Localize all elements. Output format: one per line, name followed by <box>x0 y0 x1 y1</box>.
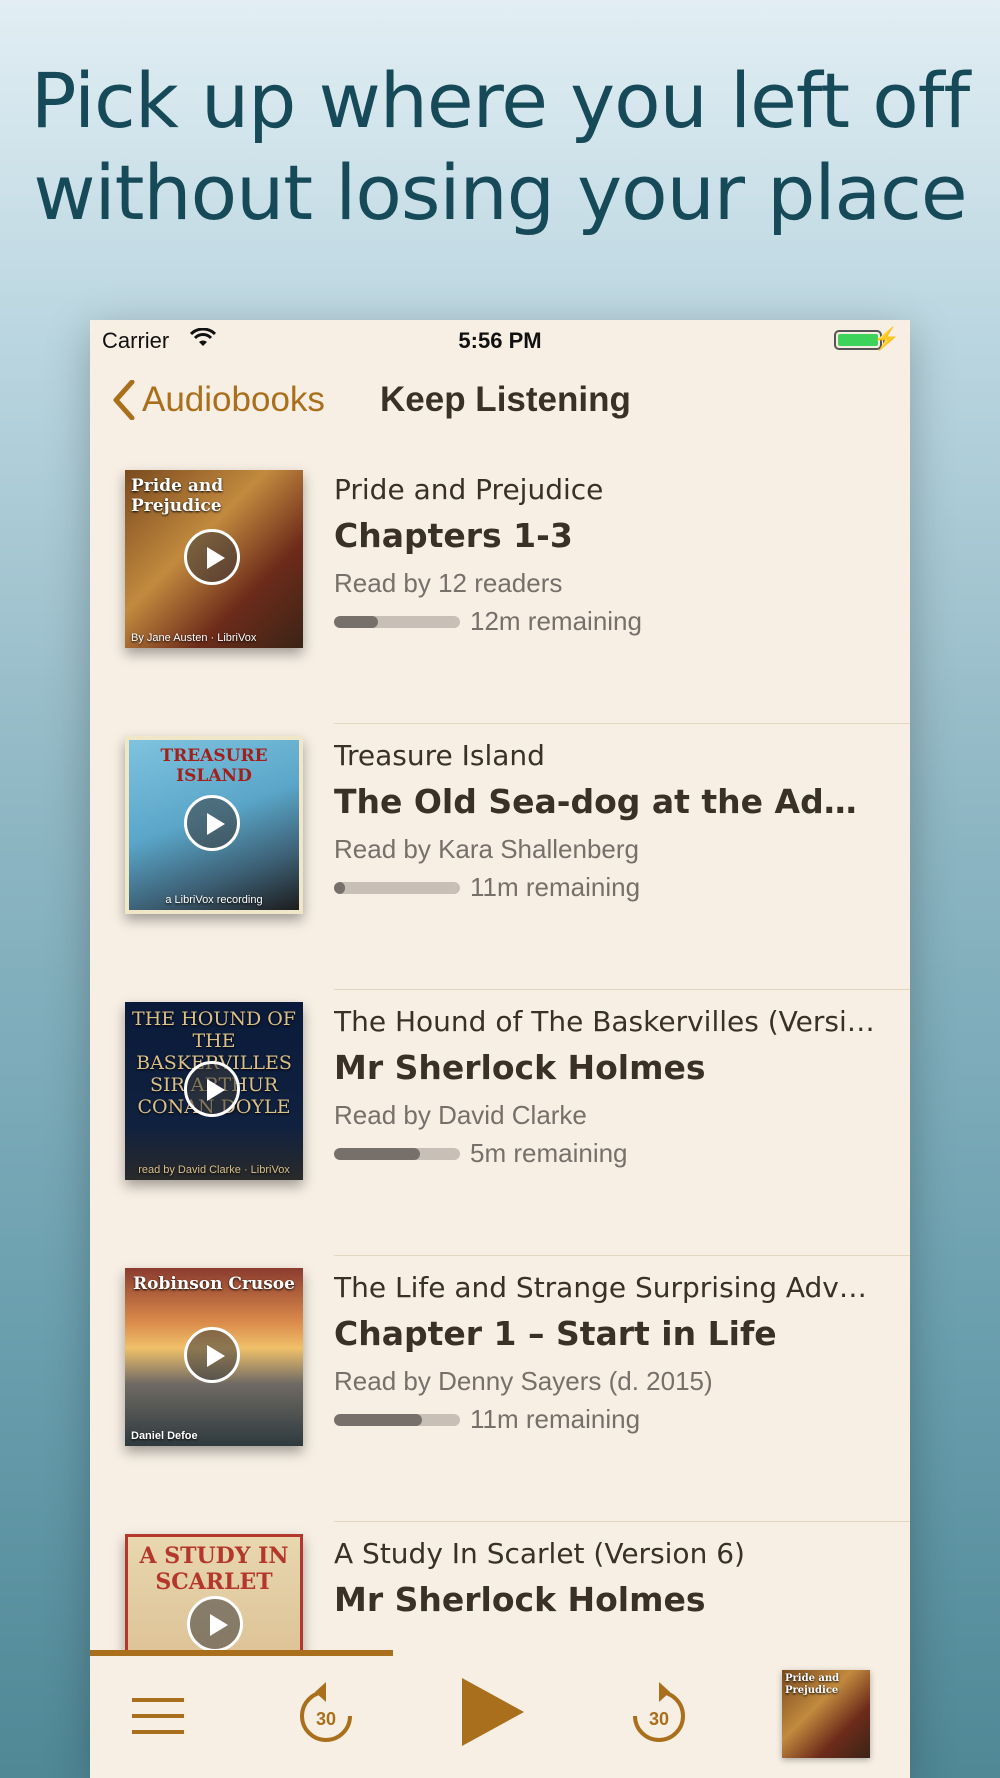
cover-footer: By Jane Austen · LibriVox <box>131 632 257 644</box>
skip-forward-label: 30 <box>649 1709 669 1729</box>
play-icon[interactable] <box>187 1596 243 1652</box>
chapter-title: Mr Sherlock Holmes <box>334 1048 706 1087</box>
book-title: Pride and Prejudice <box>334 473 604 506</box>
book-title: A Study In Scarlet (Version 6) <box>334 1537 745 1570</box>
play-icon[interactable] <box>184 1061 240 1117</box>
playback-progress[interactable] <box>90 1650 394 1656</box>
skip-back-30-button[interactable]: 30 <box>295 1678 357 1748</box>
cover-footer: a LibriVox recording <box>165 894 263 906</box>
cover-title: A STUDY IN SCARLET <box>139 1543 289 1595</box>
chapter-title: The Old Sea-dog at the Admiral Benbow <box>334 782 880 821</box>
play-icon[interactable] <box>184 1327 240 1383</box>
cover-title: TREASURE ISLAND <box>160 746 268 786</box>
menu-button[interactable] <box>132 1698 184 1736</box>
mini-player: 30 30 Pride and Prejudice <box>90 1650 910 1778</box>
reader-label: Read by Denny Sayers (d. 2015) <box>334 1366 713 1396</box>
time-remaining: 11m remaining <box>470 872 641 902</box>
cover-footer: read by David Clarke · LibriVox <box>138 1164 290 1176</box>
skip-back-label: 30 <box>316 1709 336 1729</box>
headline-line-1: Pick up where you left off <box>30 56 970 145</box>
progress-bar <box>334 1147 460 1160</box>
time-remaining: 5m remaining <box>470 1138 628 1168</box>
book-title: The Life and Strange Surprising Adventur… <box>334 1271 880 1304</box>
book-cover[interactable]: TREASURE ISLAND a LibriVox recording <box>125 736 303 914</box>
back-label: Audiobooks <box>142 380 325 419</box>
chevron-left-icon <box>113 380 135 420</box>
now-playing-cover[interactable]: Pride and Prejudice <box>782 1670 870 1758</box>
cover-title: Pride and Prejudice <box>131 476 224 516</box>
clock: 5:56 PM <box>458 328 542 353</box>
keep-listening-list: Pride and Prejudice By Jane Austen · Lib… <box>90 458 910 1778</box>
play-icon[interactable] <box>184 529 240 585</box>
nav-bar: Audiobooks Keep Listening <box>90 370 910 430</box>
cover-footer: Daniel Defoe <box>131 1430 198 1442</box>
progress-bar <box>334 615 460 628</box>
list-item[interactable]: TREASURE ISLAND a LibriVox recording Tre… <box>90 724 910 990</box>
cover-title: Robinson Crusoe <box>133 1274 295 1294</box>
headline-line-2: without losing your place <box>33 148 967 237</box>
time-remaining: 11m remaining <box>470 1404 641 1434</box>
page-title: Keep Listening <box>380 380 631 419</box>
play-icon[interactable] <box>184 795 240 851</box>
list-item[interactable]: Robinson Crusoe Daniel Defoe The Life an… <box>90 1256 910 1522</box>
book-cover[interactable]: THE HOUND OF THE BASKERVILLES SIR ARTHUR… <box>125 1002 303 1180</box>
now-playing-cover-title: Pride and Prejudice <box>785 1673 840 1696</box>
reader-label: Read by David Clarke <box>334 1100 587 1130</box>
book-title: Treasure Island <box>334 739 545 772</box>
charging-icon: ⚡ <box>872 326 900 351</box>
app-screen: Carrier 5:56 PM ⚡ Audiobooks Keep Listen… <box>90 320 910 1778</box>
reader-label: Read by 12 readers <box>334 568 563 598</box>
book-title: The Hound of The Baskervilles (Version 2… <box>334 1005 880 1038</box>
headline: Pick up where you left off without losin… <box>0 55 1000 239</box>
status-bar: Carrier 5:56 PM ⚡ <box>90 320 910 360</box>
play-button[interactable] <box>458 1674 528 1750</box>
chapter-title: Mr Sherlock Holmes <box>334 1580 706 1619</box>
chapter-title: Chapter 1 – Start in Life <box>334 1314 777 1353</box>
progress-bar <box>334 881 460 894</box>
skip-forward-30-button[interactable]: 30 <box>628 1678 690 1748</box>
back-button[interactable]: Audiobooks <box>112 370 325 430</box>
book-cover[interactable]: Pride and Prejudice By Jane Austen · Lib… <box>125 470 303 648</box>
progress-bar <box>334 1413 460 1426</box>
time-remaining: 12m remaining <box>470 606 642 636</box>
reader-label: Read by Kara Shallenberg <box>334 834 639 864</box>
book-cover[interactable]: Robinson Crusoe Daniel Defoe <box>125 1268 303 1446</box>
chapter-title: Chapters 1-3 <box>334 516 573 555</box>
list-item[interactable]: THE HOUND OF THE BASKERVILLES SIR ARTHUR… <box>90 990 910 1256</box>
list-item[interactable]: Pride and Prejudice By Jane Austen · Lib… <box>90 458 910 724</box>
